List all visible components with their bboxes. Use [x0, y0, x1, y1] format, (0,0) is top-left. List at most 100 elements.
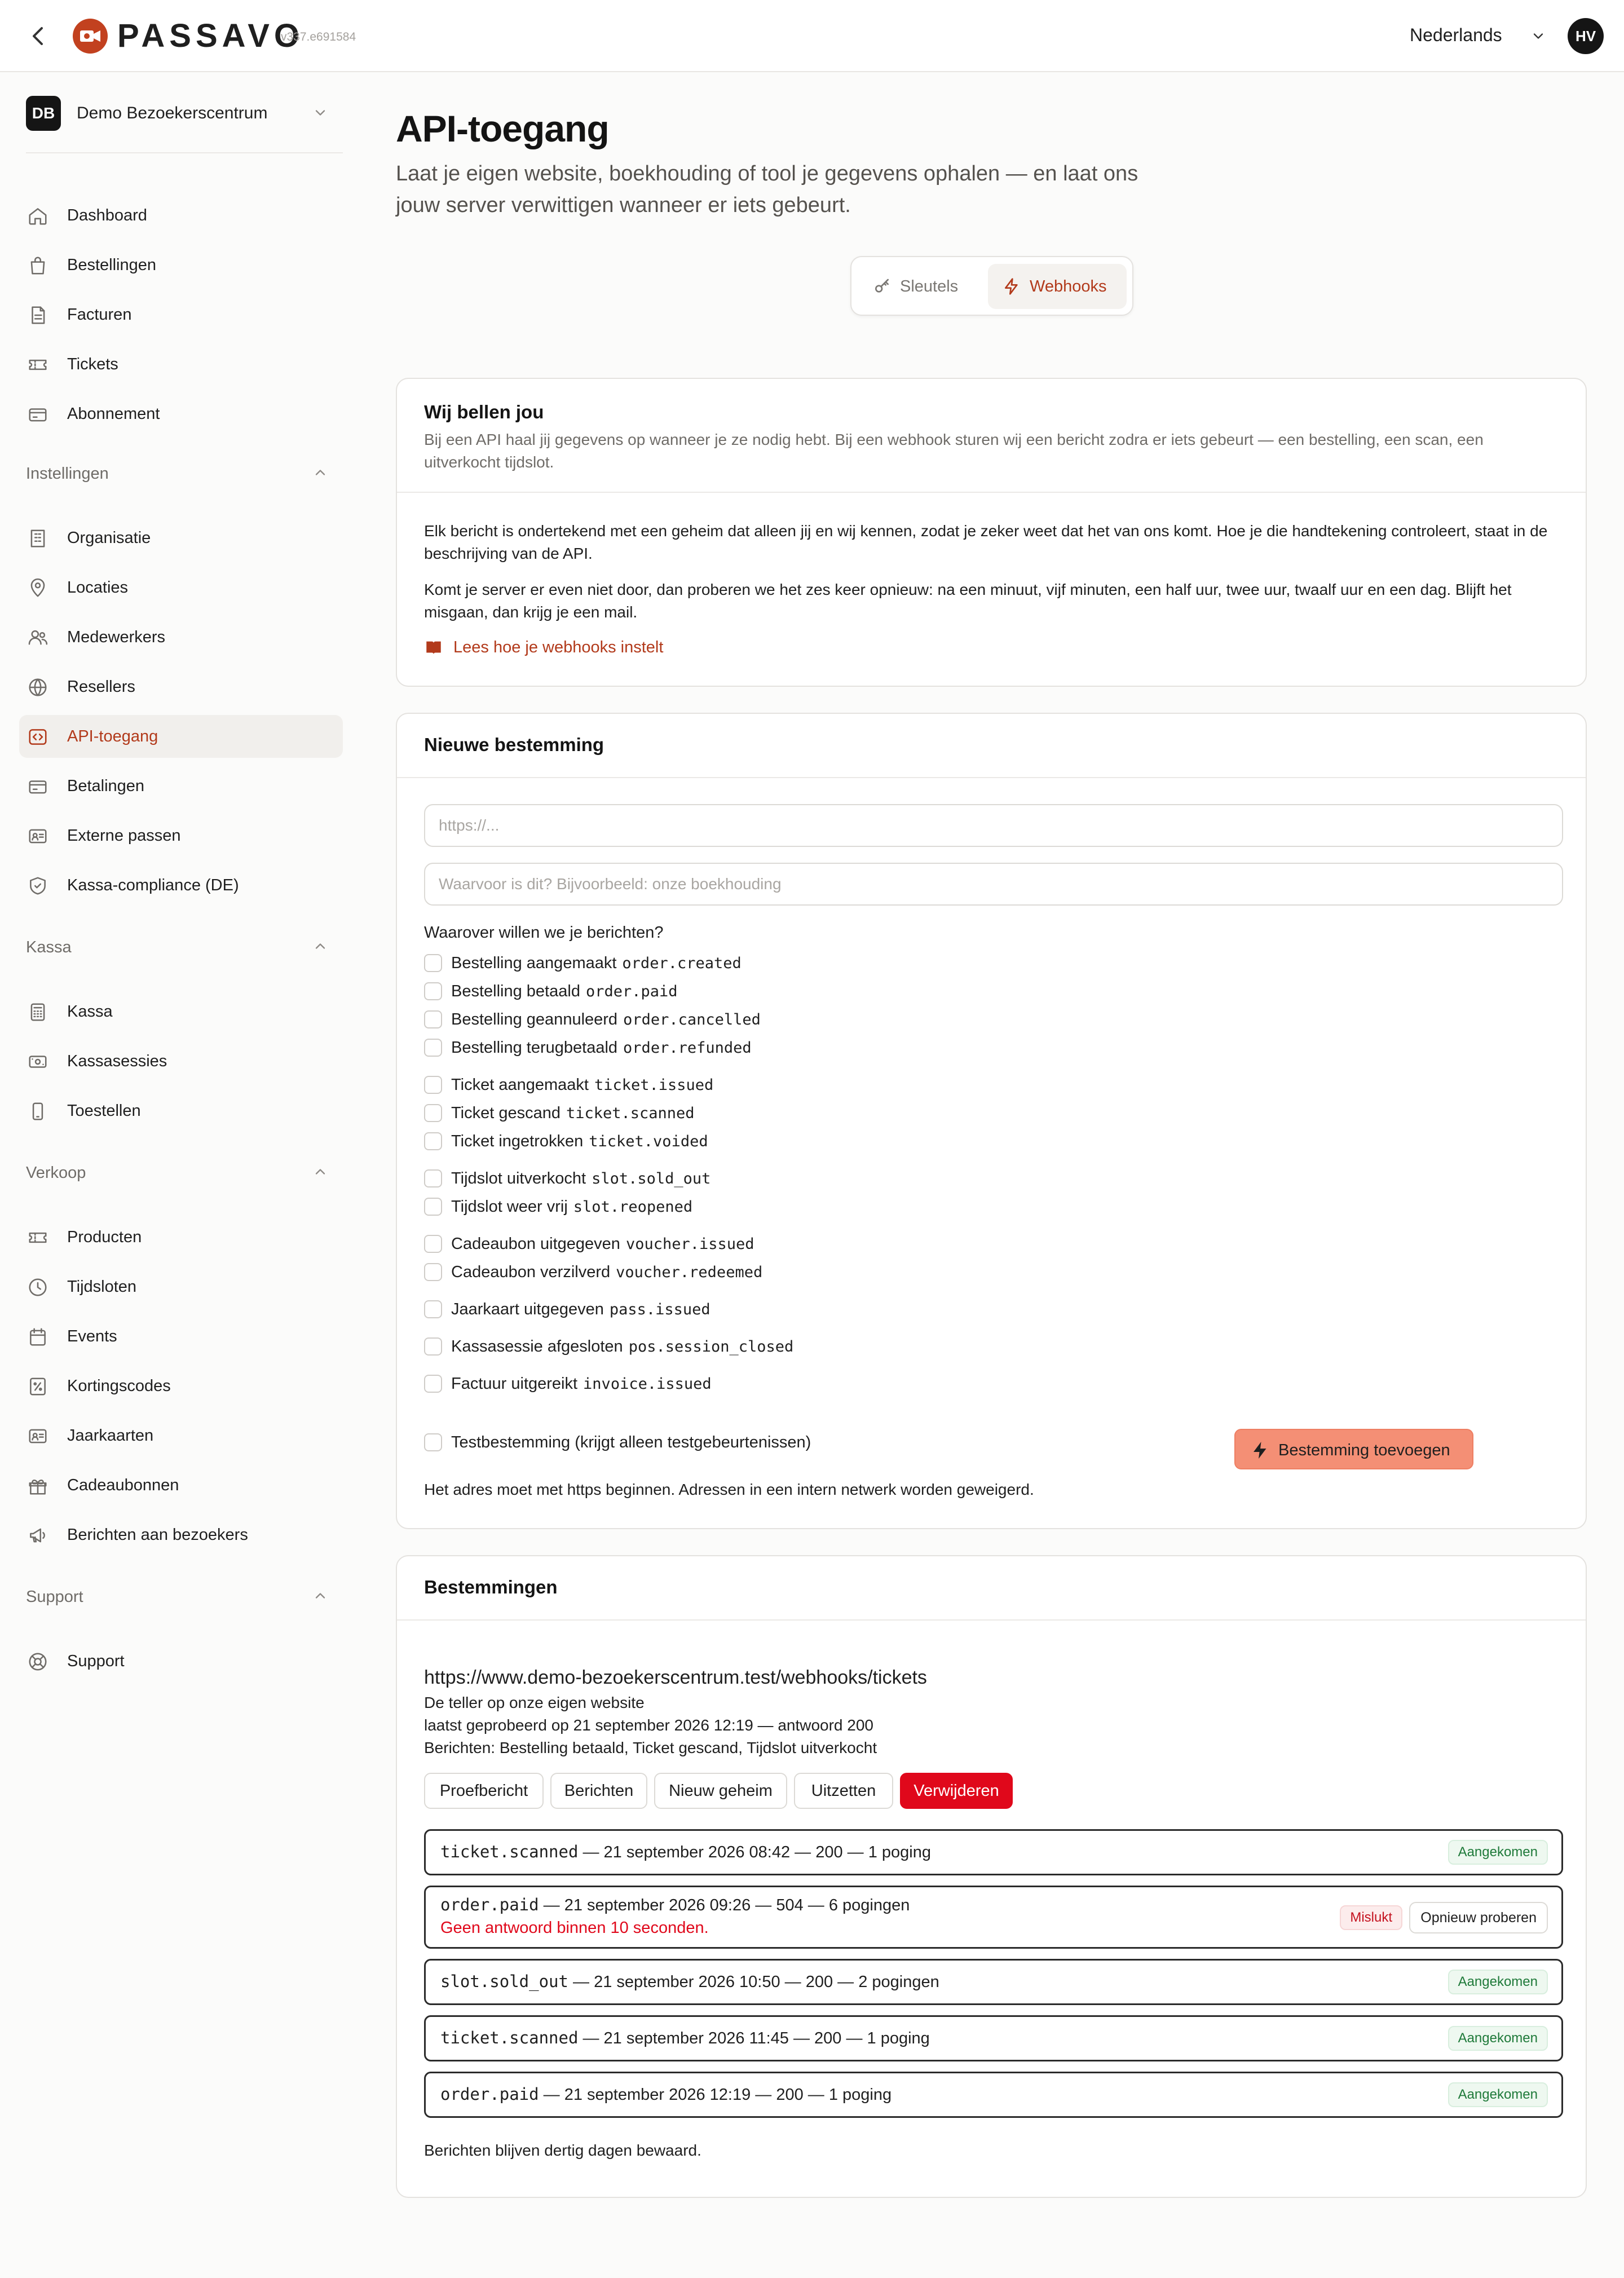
- lifebuoy-icon: [27, 1651, 48, 1672]
- checkbox[interactable]: [424, 1010, 442, 1028]
- add-destination-button[interactable]: Bestemming toevoegen: [1234, 1429, 1473, 1469]
- event-label: Factuur uitgereikt invoice.issued: [451, 1375, 712, 1393]
- delivery-event: ticket.scanned: [440, 2028, 579, 2047]
- back-arrow-icon[interactable]: [25, 23, 52, 50]
- sidebar-item-kassa[interactable]: Kassa: [19, 990, 343, 1033]
- calculator-icon: [27, 1001, 48, 1023]
- url-input[interactable]: [424, 804, 1563, 847]
- checkbox[interactable]: [424, 1039, 442, 1057]
- event-name: Bestelling terugbetaald: [451, 1039, 618, 1057]
- status-badge: Aangekomen: [1448, 1970, 1548, 1994]
- destinations-card: Bestemmingen https://www.demo-bezoekersc…: [396, 1555, 1587, 2198]
- checkbox[interactable]: [424, 1433, 442, 1451]
- sidebar-item-organisatie[interactable]: Organisatie: [19, 516, 343, 559]
- sidebar-item-locaties[interactable]: Locaties: [19, 566, 343, 609]
- sidebar-item-tickets[interactable]: Tickets: [19, 343, 343, 386]
- sidebar-item-label: Kassasessies: [67, 1052, 167, 1070]
- sidebar-item-kassasessies[interactable]: Kassasessies: [19, 1040, 343, 1083]
- delivery-summary: order.paid — 21 september 2026 12:19 — 2…: [440, 2085, 892, 2104]
- description-input[interactable]: [424, 863, 1563, 906]
- event-name: Jaarkaart uitgegeven: [451, 1300, 604, 1318]
- sidebar-section-kassa[interactable]: Kassa: [26, 934, 343, 962]
- credit-card-icon: [27, 776, 48, 797]
- checkbox[interactable]: [424, 1169, 442, 1187]
- sidebar-item-api-toegang[interactable]: API-toegang: [19, 715, 343, 758]
- org-switcher[interactable]: DB Demo Bezoekerscentrum: [26, 94, 343, 133]
- event-code: pos.session_closed: [628, 1338, 794, 1356]
- building-icon: [27, 528, 48, 549]
- event-label: Ticket aangemaakt ticket.issued: [451, 1076, 713, 1094]
- delivery-row[interactable]: ticket.scanned — 21 september 2026 11:45…: [424, 2015, 1563, 2061]
- event-label: Jaarkaart uitgegeven pass.issued: [451, 1300, 710, 1319]
- sidebar-item-betalingen[interactable]: Betalingen: [19, 765, 343, 807]
- sidebar-item-producten[interactable]: Producten: [19, 1216, 343, 1259]
- send-test-button[interactable]: Proefbericht: [424, 1773, 544, 1809]
- lightning-icon: [1003, 277, 1021, 295]
- sidebar-item-cadeaubonnen[interactable]: Cadeaubonnen: [19, 1464, 343, 1507]
- checkbox[interactable]: [424, 1104, 442, 1122]
- ticket-icon: [27, 354, 48, 376]
- destination-description: De teller op onze eigen website: [424, 1694, 645, 1711]
- sidebar-item-bestellingen[interactable]: Bestellingen: [19, 244, 343, 286]
- language-select[interactable]: Nederlands: [1410, 25, 1502, 46]
- checkbox[interactable]: [424, 1263, 442, 1281]
- event-name: Kassasessie afgesloten: [451, 1337, 623, 1356]
- sidebar-item-events[interactable]: Events: [19, 1315, 343, 1358]
- checkbox[interactable]: [424, 982, 442, 1000]
- delivery-row[interactable]: order.paid — 21 september 2026 09:26 — 5…: [424, 1886, 1563, 1949]
- event-code: ticket.issued: [594, 1076, 714, 1094]
- sidebar-item-label: Kortingscodes: [67, 1377, 171, 1395]
- sidebar-item-dashboard[interactable]: Dashboard: [19, 194, 343, 237]
- page-title: API-toegang: [396, 108, 610, 149]
- checkbox[interactable]: [424, 1198, 442, 1216]
- id-card-icon: [27, 825, 48, 847]
- sidebar-item-berichten-aan-bezoekers[interactable]: Berichten aan bezoekers: [19, 1513, 343, 1556]
- event-label: Bestelling betaald order.paid: [451, 982, 678, 1001]
- new-secret-button[interactable]: Nieuw geheim: [654, 1773, 787, 1809]
- home-icon: [27, 205, 48, 227]
- checkbox[interactable]: [424, 1300, 442, 1318]
- sidebar-item-jaarkaarten[interactable]: Jaarkaarten: [19, 1414, 343, 1457]
- card-title: Wij bellen jou: [424, 401, 544, 422]
- sidebar-item-kortingscodes[interactable]: Kortingscodes: [19, 1365, 343, 1407]
- event-code: slot.reopened: [573, 1198, 693, 1216]
- delivery-row[interactable]: slot.sold_out — 21 september 2026 10:50 …: [424, 1959, 1563, 2005]
- shield-icon: [27, 875, 48, 897]
- checkbox[interactable]: [424, 1375, 442, 1393]
- code-icon: [27, 726, 48, 748]
- sidebar-item-externe-passen[interactable]: Externe passen: [19, 814, 343, 857]
- event-name: Bestelling geannuleerd: [451, 1010, 618, 1028]
- sidebar-section-instellingen[interactable]: Instellingen: [26, 460, 343, 488]
- sidebar-item-toestellen[interactable]: Toestellen: [19, 1089, 343, 1132]
- user-avatar[interactable]: HV: [1568, 18, 1604, 54]
- delete-button[interactable]: Verwijderen: [900, 1773, 1013, 1809]
- delivery-row[interactable]: order.paid — 21 september 2026 12:19 — 2…: [424, 2072, 1563, 2118]
- checkbox[interactable]: [424, 1076, 442, 1094]
- sidebar-item-facturen[interactable]: Facturen: [19, 293, 343, 336]
- tab-webhooks[interactable]: Webhooks: [988, 264, 1127, 309]
- divider: [397, 1619, 1586, 1621]
- messages-button[interactable]: Berichten: [550, 1773, 647, 1809]
- sidebar-item-kassa-compliance-de[interactable]: Kassa-compliance (DE): [19, 864, 343, 907]
- sidebar-item-abonnement[interactable]: Abonnement: [19, 392, 343, 435]
- checkbox[interactable]: [424, 1235, 442, 1253]
- divider: [397, 777, 1586, 778]
- delivery-row[interactable]: ticket.scanned — 21 september 2026 08:42…: [424, 1829, 1563, 1875]
- sidebar-item-medewerkers[interactable]: Medewerkers: [19, 616, 343, 659]
- event-code: pass.issued: [609, 1301, 710, 1318]
- sidebar-item-support[interactable]: Support: [19, 1640, 343, 1683]
- tab-sleutels[interactable]: Sleutels: [858, 264, 983, 309]
- lightning-icon: [1250, 1440, 1270, 1460]
- checkbox[interactable]: [424, 1132, 442, 1150]
- sidebar-item-tijdsloten[interactable]: Tijdsloten: [19, 1265, 343, 1308]
- event-name: Ticket gescand: [451, 1104, 561, 1122]
- sidebar-item-resellers[interactable]: Resellers: [19, 665, 343, 708]
- sidebar-section-verkoop[interactable]: Verkoop: [26, 1159, 343, 1187]
- checkbox[interactable]: [424, 1337, 442, 1356]
- disable-button[interactable]: Uitzetten: [794, 1773, 893, 1809]
- event-label: Bestelling terugbetaald order.refunded: [451, 1039, 752, 1057]
- chevron-down-icon[interactable]: [1530, 28, 1546, 44]
- checkbox[interactable]: [424, 954, 442, 972]
- retry-button[interactable]: Opnieuw proberen: [1409, 1902, 1548, 1933]
- sidebar-section-support[interactable]: Support: [26, 1583, 343, 1612]
